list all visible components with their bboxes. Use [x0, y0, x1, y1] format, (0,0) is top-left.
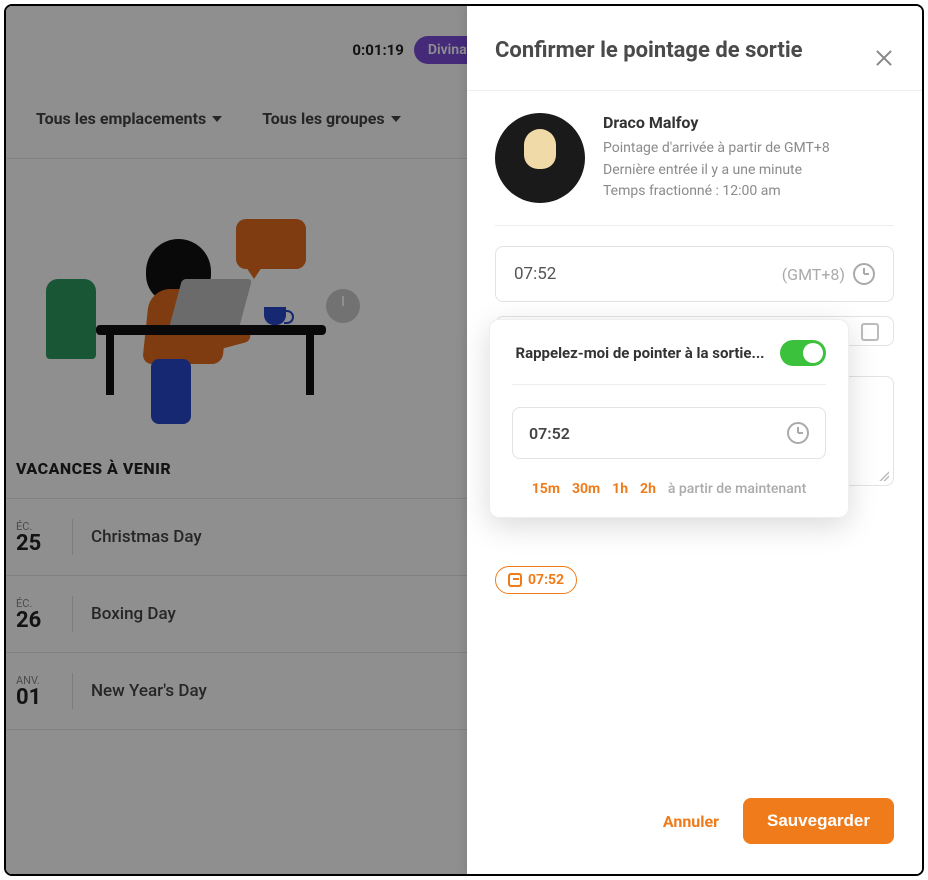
holiday-month: ÉC.	[16, 597, 54, 610]
time-field[interactable]: 07:52 (GMT+8)	[495, 246, 894, 302]
clockout-time-chip[interactable]: 07:52	[495, 566, 577, 594]
close-icon[interactable]	[874, 48, 894, 68]
timezone-label: (GMT+8)	[782, 265, 845, 284]
reminder-label: Rappelez-moi de pointer à la sortie...	[512, 343, 768, 364]
reminder-toggle[interactable]	[780, 340, 826, 366]
timer-text: 0:01:19	[352, 41, 403, 59]
save-button[interactable]: Sauvegarder	[743, 798, 894, 844]
resize-handle-icon[interactable]	[879, 471, 889, 481]
preset-hint: à partir de maintenant	[668, 481, 806, 497]
clock-icon	[853, 263, 875, 285]
user-meta-line: Temps fractionné : 12:00 am	[603, 181, 830, 203]
holiday-name: New Year's Day	[91, 681, 207, 701]
time-value: 07:52	[514, 264, 556, 284]
clock-out-icon	[508, 573, 522, 587]
clock-icon	[787, 422, 809, 444]
holiday-day: 25	[16, 533, 54, 555]
dashboard-illustration	[26, 179, 446, 419]
chevron-down-icon	[212, 116, 222, 122]
cancel-button[interactable]: Annuler	[663, 812, 719, 831]
chevron-down-icon	[391, 116, 401, 122]
preset-button[interactable]: 1h	[612, 481, 628, 497]
holiday-month: ÉC.	[16, 520, 54, 533]
holiday-name: Christmas Day	[91, 527, 202, 547]
filter-groups[interactable]: Tous les groupes	[262, 109, 400, 128]
filter-locations[interactable]: Tous les emplacements	[36, 109, 222, 128]
filter-locations-label: Tous les emplacements	[36, 109, 206, 128]
holiday-day: 01	[16, 687, 54, 709]
avatar	[495, 113, 585, 203]
calendar-icon	[861, 323, 879, 341]
holiday-month: ANV.	[16, 674, 54, 687]
chip-time: 07:52	[528, 572, 564, 588]
user-meta-line: Pointage d'arrivée à partir de GMT+8	[603, 138, 830, 160]
reminder-time-value: 07:52	[529, 424, 570, 443]
reminder-popover: Rappelez-moi de pointer à la sortie... 0…	[489, 319, 849, 518]
holiday-day: 26	[16, 610, 54, 632]
reminder-time-field[interactable]: 07:52	[512, 407, 826, 459]
user-name: Draco Malfoy	[603, 113, 830, 132]
filter-groups-label: Tous les groupes	[262, 109, 384, 128]
preset-button[interactable]: 2h	[640, 481, 656, 497]
preset-button[interactable]: 15m	[532, 481, 560, 497]
drawer-title: Confirmer le pointage de sortie	[495, 36, 803, 66]
user-meta-line: Dernière entrée il y a une minute	[603, 160, 830, 182]
holiday-name: Boxing Day	[91, 604, 176, 624]
preset-button[interactable]: 30m	[572, 481, 600, 497]
clock-out-drawer: Confirmer le pointage de sortie Draco Ma…	[467, 6, 922, 874]
